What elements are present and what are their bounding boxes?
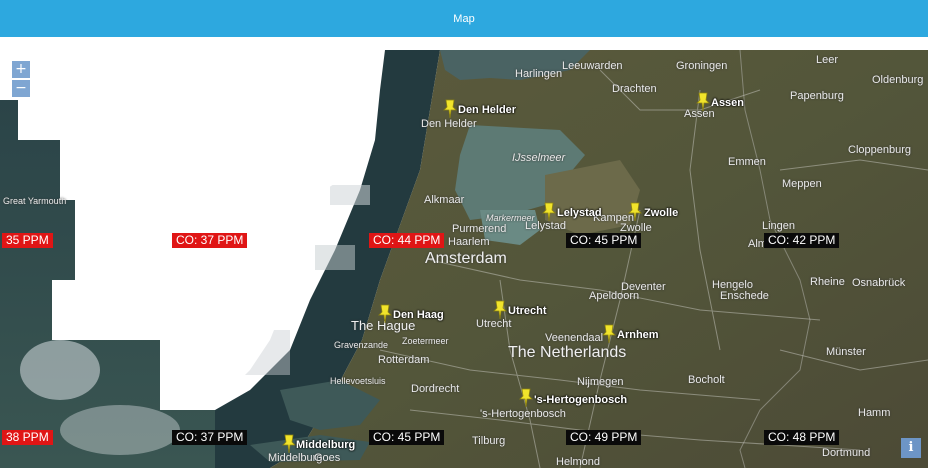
basemap-label: Den Helder	[421, 118, 477, 130]
basemap-label: Great Yarmouth	[3, 196, 67, 206]
basemap-label: Rotterdam	[378, 354, 430, 366]
basemap-label: Münster	[826, 346, 866, 358]
basemap-label: Drachten	[612, 83, 657, 95]
basemap-label: Veenendaal	[545, 332, 604, 344]
basemap-label: 's-Hertogenbosch	[480, 408, 566, 420]
basemap-label: Emmen	[728, 156, 766, 168]
basemap-label: Meppen	[782, 178, 822, 190]
zoom-out-button[interactable]: −	[12, 80, 30, 97]
basemap-label: Leer	[816, 54, 839, 66]
zoom-in-button[interactable]: +	[12, 61, 30, 78]
basemap-label: Osnabrück	[852, 277, 906, 289]
app-header: Map	[0, 0, 928, 37]
co-reading-badge[interactable]: 35 PPM	[2, 233, 53, 248]
city-marker-label[interactable]: 's-Hertogenbosch	[534, 394, 627, 406]
city-marker-label[interactable]: Den Haag	[393, 309, 444, 321]
co-reading-badge[interactable]: CO: 44 PPM	[369, 233, 445, 248]
basemap-label: Harlingen	[515, 68, 563, 80]
basemap-label: Lingen	[762, 220, 796, 232]
city-marker-label[interactable]: Lelystad	[557, 207, 602, 219]
basemap-label: Amsterdam	[425, 250, 507, 267]
pushpin-icon[interactable]	[493, 300, 507, 320]
info-button[interactable]: i	[901, 438, 921, 458]
basemap-label: Leeuwarden	[562, 60, 623, 72]
co-reading-badge[interactable]: CO: 45 PPM	[369, 430, 445, 445]
basemap-label: Markermeer	[486, 213, 535, 223]
page-title: Map	[453, 12, 475, 25]
basemap-label: Hellevoetsluis	[330, 376, 386, 386]
co-reading-badge[interactable]: CO: 37 PPM	[172, 430, 248, 445]
city-marker-label[interactable]: Utrecht	[508, 305, 547, 317]
co-reading-badge[interactable]: CO: 49 PPM	[566, 430, 642, 445]
basemap-label: Groningen	[676, 60, 728, 72]
basemap-label: Enschede	[720, 290, 769, 302]
pushpin-icon[interactable]	[696, 92, 710, 112]
co-reading-badge[interactable]: 38 PPM	[2, 430, 53, 445]
basemap-label: IJsselmeer	[512, 152, 566, 164]
pushpin-icon[interactable]	[378, 304, 392, 324]
zoom-controls: + −	[12, 61, 30, 97]
basemap-label: Tilburg	[472, 435, 506, 447]
city-marker-label[interactable]: Middelburg	[296, 439, 355, 451]
pushpin-icon[interactable]	[628, 202, 642, 222]
pushpin-icon[interactable]	[602, 324, 616, 344]
city-marker-label[interactable]: Zwolle	[644, 207, 678, 219]
pushpin-icon[interactable]	[282, 434, 296, 454]
basemap-label: Helmond	[556, 456, 601, 468]
city-marker-label[interactable]: Arnhem	[617, 329, 659, 341]
basemap-label: Hamm	[858, 407, 891, 419]
basemap-label: Purmerend	[452, 223, 507, 235]
basemap-label: Alkmaar	[424, 194, 465, 206]
city-marker-label[interactable]: Den Helder	[458, 104, 516, 116]
basemap-label: Goes	[314, 452, 341, 464]
pushpin-icon[interactable]	[443, 99, 457, 119]
basemap-label: Cloppenburg	[848, 144, 911, 156]
basemap-label: Gravenzande	[334, 340, 389, 350]
basemap-label: Zoetermeer	[402, 336, 449, 346]
co-reading-badge[interactable]: CO: 37 PPM	[172, 233, 248, 248]
co-reading-badge[interactable]: CO: 45 PPM	[566, 233, 642, 248]
basemap-label: Bocholt	[688, 374, 725, 386]
basemap-label: Apeldoorn	[589, 290, 640, 302]
basemap-label: The Netherlands	[508, 344, 627, 361]
basemap-label: Oldenburg	[872, 74, 924, 86]
basemap-label: Dortmund	[822, 447, 871, 459]
basemap-label: Papenburg	[790, 90, 844, 102]
pushpin-icon[interactable]	[519, 388, 533, 408]
basemap-label: Nijmegen	[577, 376, 624, 388]
co-reading-badge[interactable]: CO: 48 PPM	[764, 430, 840, 445]
basemap-label: Haarlem	[448, 236, 490, 248]
co-reading-badge[interactable]: CO: 42 PPM	[764, 233, 840, 248]
basemap-label: Rheine	[810, 276, 845, 288]
pushpin-icon[interactable]	[542, 202, 556, 222]
city-marker-label[interactable]: Assen	[711, 97, 744, 109]
basemap-label: Dordrecht	[411, 383, 460, 395]
